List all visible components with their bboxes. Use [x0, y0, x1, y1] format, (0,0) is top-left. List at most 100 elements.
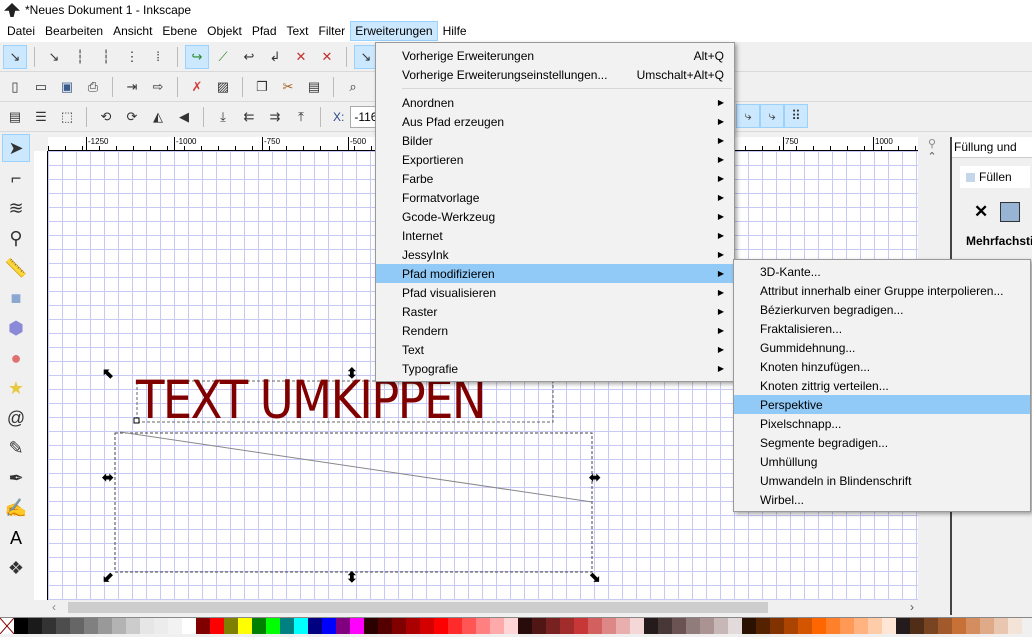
color-swatch[interactable]: [616, 618, 630, 634]
color-swatch[interactable]: [294, 618, 308, 634]
flip-v-button[interactable]: ◀: [172, 105, 196, 129]
color-swatch[interactable]: [714, 618, 728, 634]
color-swatch[interactable]: [280, 618, 294, 634]
scroll-right-icon[interactable]: ›: [910, 600, 914, 614]
color-swatch[interactable]: [462, 618, 476, 634]
menu-item[interactable]: Vorherige Erweiterungseinstellungen... Um…: [376, 65, 734, 84]
flat-color-button[interactable]: [1000, 202, 1021, 222]
color-swatch[interactable]: [910, 618, 924, 634]
color-swatch[interactable]: [700, 618, 714, 634]
color-swatch[interactable]: [322, 618, 336, 634]
cut-button[interactable]: ✂: [276, 75, 300, 99]
color-swatch[interactable]: [868, 618, 882, 634]
pencil-tool-button[interactable]: ✎: [2, 434, 30, 462]
color-swatch[interactable]: [672, 618, 686, 634]
color-swatch[interactable]: [420, 618, 434, 634]
rect-tool-button[interactable]: ■: [2, 284, 30, 312]
color-swatch[interactable]: [98, 618, 112, 634]
color-swatch[interactable]: [742, 618, 756, 634]
node-smooth-button[interactable]: ⟋: [211, 45, 235, 69]
menu-item[interactable]: JessyInk ▶: [376, 245, 734, 264]
redo-button[interactable]: ▨: [211, 75, 235, 99]
ellipse-tool-button[interactable]: ●: [2, 344, 30, 372]
select-all-layers-button[interactable]: ☰: [29, 105, 53, 129]
scroll-left-icon[interactable]: ‹: [52, 600, 56, 614]
text-tool-button[interactable]: A: [2, 524, 30, 552]
menu-datei[interactable]: Datei: [2, 21, 40, 41]
menu-item[interactable]: Rendern ▶: [376, 321, 734, 340]
menu-hilfe[interactable]: Hilfe: [438, 21, 472, 41]
3dbox-tool-button[interactable]: ⬢: [2, 314, 30, 342]
menu-ansicht[interactable]: Ansicht: [108, 21, 157, 41]
color-swatch[interactable]: [140, 618, 154, 634]
menu-item[interactable]: Exportieren ▶: [376, 150, 734, 169]
export-button[interactable]: ⇨: [146, 75, 170, 99]
scale-handle-w[interactable]: ⬌: [102, 469, 114, 486]
node-symmetric-button[interactable]: ↩: [237, 45, 261, 69]
color-swatch[interactable]: [252, 618, 266, 634]
menu-item[interactable]: Bilder ▶: [376, 131, 734, 150]
node-delete-button[interactable]: ⁞: [146, 45, 170, 69]
color-swatch[interactable]: [56, 618, 70, 634]
no-color-swatch[interactable]: [0, 617, 15, 635]
menu-text[interactable]: Text: [282, 21, 314, 41]
menu-item[interactable]: Raster ▶: [376, 302, 734, 321]
menu-item[interactable]: Knoten hinzufügen...: [734, 357, 1030, 376]
scale-handle-s[interactable]: ⬍: [346, 569, 358, 586]
snap-c-button[interactable]: ⠿: [784, 104, 808, 128]
path-line[interactable]: [119, 431, 593, 503]
node-break-button[interactable]: ┆: [68, 45, 92, 69]
color-swatch[interactable]: [728, 618, 742, 634]
spray-tool-button[interactable]: ❖: [2, 554, 30, 582]
menu-item[interactable]: Attribut innerhalb einer Gruppe interpol…: [734, 281, 1030, 300]
color-swatch[interactable]: [70, 618, 84, 634]
lower-button[interactable]: ⇇: [237, 105, 261, 129]
color-swatch[interactable]: [42, 618, 56, 634]
color-swatch[interactable]: [1008, 618, 1022, 634]
spiral-tool-button[interactable]: @: [2, 404, 30, 432]
scale-handle-sw[interactable]: ⬋: [102, 569, 114, 586]
measure-tool-button[interactable]: 📏: [2, 254, 30, 282]
color-swatch[interactable]: [546, 618, 560, 634]
node-line-button[interactable]: ✕: [315, 45, 339, 69]
color-swatch[interactable]: [980, 618, 994, 634]
color-swatch[interactable]: [168, 618, 182, 634]
color-swatch[interactable]: [350, 618, 364, 634]
select-all-button[interactable]: ▤: [3, 105, 27, 129]
scrollbar-thumb[interactable]: [68, 602, 768, 613]
menu-item[interactable]: Bézierkurven begradigen...: [734, 300, 1030, 319]
menu-item[interactable]: Fraktalisieren...: [734, 319, 1030, 338]
vertical-ruler[interactable]: [34, 151, 48, 600]
color-swatch[interactable]: [924, 618, 938, 634]
raise-top-button[interactable]: ⤒: [289, 105, 313, 129]
color-swatch[interactable]: [658, 618, 672, 634]
menu-item[interactable]: Knoten zittrig verteilen...: [734, 376, 1030, 395]
color-swatch[interactable]: [798, 618, 812, 634]
menu-objekt[interactable]: Objekt: [202, 21, 247, 41]
color-swatch[interactable]: [938, 618, 952, 634]
color-swatch[interactable]: [448, 618, 462, 634]
color-swatch[interactable]: [574, 618, 588, 634]
undo-button[interactable]: ✗: [185, 75, 209, 99]
menu-item[interactable]: Segmente begradigen...: [734, 433, 1030, 452]
no-paint-icon[interactable]: ✕: [974, 202, 988, 222]
color-swatch[interactable]: [504, 618, 518, 634]
copy-button[interactable]: ❐: [250, 75, 274, 99]
color-swatch[interactable]: [588, 618, 602, 634]
menu-item[interactable]: Farbe ▶: [376, 169, 734, 188]
color-swatch[interactable]: [882, 618, 896, 634]
color-swatch[interactable]: [308, 618, 322, 634]
color-swatch[interactable]: [406, 618, 420, 634]
scale-handle-se[interactable]: ⬊: [589, 569, 601, 586]
color-swatch[interactable]: [476, 618, 490, 634]
color-swatch[interactable]: [560, 618, 574, 634]
color-swatch[interactable]: [686, 618, 700, 634]
node-join-button[interactable]: ┆: [94, 45, 118, 69]
rotate-cw-button[interactable]: ⟳: [120, 105, 144, 129]
save-button[interactable]: ▣: [55, 75, 79, 99]
paste-button[interactable]: ▤: [302, 75, 326, 99]
color-swatch[interactable]: [154, 618, 168, 634]
color-swatch[interactable]: [112, 618, 126, 634]
calligraphy-tool-button[interactable]: ✍: [2, 494, 30, 522]
menu-item[interactable]: Typografie ▶: [376, 359, 734, 378]
